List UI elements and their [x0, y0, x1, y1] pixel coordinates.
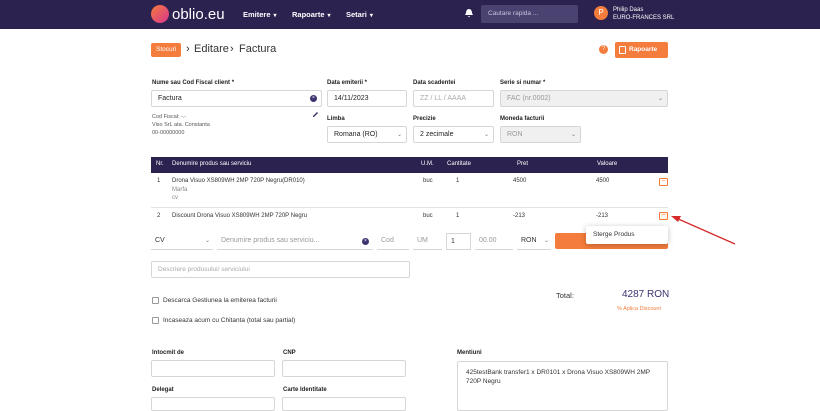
chevron-down-icon: ⌄: [204, 238, 210, 244]
breadcrumb-separator: ›: [186, 43, 190, 55]
delegat-label: Delegat: [152, 387, 174, 393]
col-denumire: Denumire produs sau serviciu: [172, 161, 252, 167]
col-nr: Nr.: [156, 161, 164, 167]
cnp-label: CNP: [283, 350, 296, 356]
col-um: U.M.: [421, 161, 434, 167]
nav-setari[interactable]: Setari ▾: [346, 10, 373, 19]
precizie-select[interactable]: 2 zecimale ⌄: [413, 126, 494, 143]
row-context-menu: Sterge Produs: [586, 226, 668, 244]
brand-name[interactable]: oblio.eu: [172, 6, 225, 23]
products-table-header: Nr. Denumire produs sau serviciu U.M. Ca…: [151, 157, 668, 173]
remove-row-button[interactable]: −: [659, 178, 668, 186]
mentiuni-textarea[interactable]: 425testBank transfer1 x DR0101 x Drona V…: [457, 361, 668, 411]
precizie-label: Precizie: [413, 116, 436, 122]
cnp-input[interactable]: [282, 360, 406, 377]
quick-search-input[interactable]: Cautare rapida ...: [481, 5, 578, 23]
um-input[interactable]: UM: [413, 233, 442, 250]
limba-label: Limba: [327, 116, 345, 122]
data-scadentei-label: Data scadentei: [413, 80, 456, 86]
intocmit-input[interactable]: [151, 360, 275, 377]
carte-identitate-input[interactable]: [282, 397, 406, 411]
incaseaza-label: Incaseaza acum cu Chitanta (total sau pa…: [163, 317, 296, 324]
chevron-down-icon: ⌄: [657, 96, 663, 102]
data-scadentei-input[interactable]: ZZ / LL / AAAA: [413, 90, 494, 107]
client-input[interactable]: Factura ×: [151, 90, 322, 107]
remove-row-button[interactable]: −: [659, 212, 668, 220]
chevron-down-icon: ⌄: [396, 132, 402, 138]
breadcrumb-editare: Editare: [194, 43, 229, 55]
chevron-down-icon: ⌄: [483, 132, 489, 138]
serie-select[interactable]: FAC (nr.0002) ⌄: [500, 90, 668, 107]
moneda-select[interactable]: RON ⌄: [500, 126, 581, 143]
total-value: 4287 RON: [622, 289, 670, 300]
user-company: EURO-FRANCES SRL: [613, 15, 675, 21]
col-pret: Pret: [517, 161, 529, 167]
nav-emitere[interactable]: Emitere ▾: [243, 10, 277, 19]
price-input[interactable]: 00.00: [475, 233, 513, 250]
chevron-down-icon: ⌄: [570, 132, 576, 138]
breadcrumb-separator: ›: [230, 43, 234, 55]
page-title: Factura: [239, 43, 277, 55]
data-emiterii-input[interactable]: 14/11/2023: [327, 90, 407, 107]
client-info: Cod Fiscal: -.- Viso SrL ata. Constanta …: [152, 114, 210, 136]
top-navbar: oblio.eu Emitere ▾ Rapoarte ▾ Setari ▾ Caut…: [0, 0, 820, 29]
col-cantitate: Cantitate: [447, 161, 472, 167]
apply-discount-link[interactable]: % Aplica Discount: [617, 306, 661, 312]
product-type-select[interactable]: CV ⌄: [151, 233, 213, 250]
product-name-input[interactable]: Denumire produs sau serviciu... ×: [217, 233, 373, 250]
user-avatar[interactable]: P: [594, 6, 608, 20]
mentiuni-label: Mentiuni: [457, 350, 482, 356]
quantity-input[interactable]: 1: [446, 233, 471, 250]
carte-identitate-label: Carte Identitate: [283, 387, 327, 393]
clear-icon[interactable]: ×: [362, 238, 369, 245]
col-valoare: Valoare: [597, 161, 618, 167]
client-label: Nume sau Cod Fiscal client *: [152, 80, 235, 86]
cod-input[interactable]: Cod: [377, 233, 409, 250]
chevron-down-icon: ⌄: [543, 238, 549, 244]
moneda-label: Moneda facturii: [500, 116, 545, 122]
sterge-produs-item[interactable]: Sterge Produs: [593, 231, 661, 238]
description-textarea[interactable]: Descriere produsului/ serviciului: [151, 261, 410, 278]
total-label: Total:: [556, 291, 574, 300]
clear-icon[interactable]: ×: [310, 95, 317, 102]
currency-select[interactable]: RON ⌄: [517, 233, 551, 250]
rapoarte-button[interactable]: Rapoarte: [615, 42, 668, 58]
intocmit-label: Intocmit de: [152, 350, 185, 356]
table-row: 1 Drona Visuo XS809WH 2MP 720P Negru(DR0…: [157, 178, 610, 201]
stocuri-badge[interactable]: Stocuri: [151, 43, 182, 57]
report-icon: [619, 46, 626, 54]
delegat-input[interactable]: [151, 397, 275, 411]
limba-select[interactable]: Romana (RO) ⌄: [327, 126, 407, 143]
serie-label: Serie si numar *: [500, 80, 546, 86]
table-row: 2 Discount Drona Visuo XS809WH 2MP 720P …: [157, 213, 609, 219]
edit-client-icon[interactable]: [312, 111, 319, 120]
row-divider: [151, 207, 668, 208]
notifications-icon[interactable]: [464, 8, 474, 21]
user-name: Philip Daas: [613, 7, 644, 13]
descarca-gestiunea-checkbox[interactable]: [152, 297, 159, 304]
chevron-down-icon: ▾: [273, 13, 277, 19]
data-emiterii-label: Data emiterii *: [327, 80, 368, 86]
chevron-down-icon: ▾: [327, 13, 331, 19]
oblio-logo-icon[interactable]: [151, 5, 169, 23]
user-menu[interactable]: Philip Daas EURO-FRANCES SRL: [613, 6, 674, 22]
incaseaza-checkbox[interactable]: [152, 317, 159, 324]
nav-rapoarte[interactable]: Rapoarte ▾: [292, 10, 331, 19]
help-icon[interactable]: ?: [599, 45, 608, 54]
chevron-down-icon: ▾: [369, 13, 373, 19]
descarca-gestiunea-label: Descarca Gestiunea la emiterea facturii: [163, 297, 277, 304]
